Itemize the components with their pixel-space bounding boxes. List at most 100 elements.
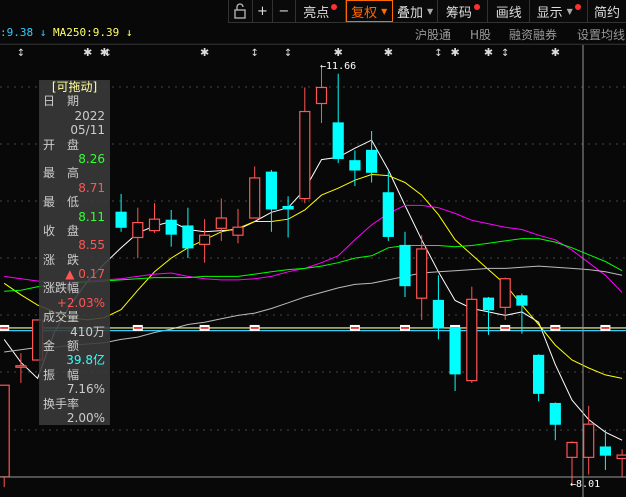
high-annotation: ←11.66	[320, 61, 357, 72]
event-star-icon[interactable]: ✱	[83, 46, 92, 59]
chart-toolbar: + − 亮点 复权 ▼ 叠加 ▼ 筹码 画线 显示 ▼ 简约	[228, 0, 626, 23]
change-value: ▲ 0.17	[65, 267, 105, 282]
pct-change-value: +2.03%	[56, 295, 105, 310]
candle-up	[132, 222, 144, 239]
zoom-in-icon: +	[256, 3, 268, 19]
amount-value: 39.8亿	[66, 353, 105, 368]
ma-legend: :9.38 ↓ MA250:9.39 ↓	[0, 26, 132, 39]
event-star-icon[interactable]: ✱	[384, 46, 393, 59]
adjust-rights-label: 复权	[351, 5, 378, 21]
close-value: 8.55	[78, 238, 105, 253]
notification-dot	[473, 4, 480, 10]
candle-up	[15, 365, 27, 368]
candle-down	[549, 402, 561, 425]
date-label: 日 期	[43, 94, 80, 109]
zoom-out-icon: −	[278, 3, 290, 19]
candle-down	[265, 171, 277, 210]
candle-down	[399, 244, 411, 287]
candle-down	[182, 225, 194, 249]
candle-down	[516, 295, 528, 306]
candle-up	[0, 384, 10, 478]
event-arrow-icon[interactable]: ↕	[501, 48, 509, 59]
candle-down	[282, 205, 294, 210]
candle-down	[165, 219, 177, 235]
chips-button[interactable]: 筹码	[438, 0, 489, 22]
high-label: 最 高	[43, 166, 80, 181]
event-star-icon[interactable]: ✱	[200, 46, 209, 59]
adjust-rights-dropdown[interactable]: 复权 ▼	[345, 0, 393, 22]
candle-up	[199, 234, 211, 245]
low-value: 8.11	[78, 209, 105, 224]
link-h-shares[interactable]: H股	[470, 26, 491, 43]
arrow-down-icon: ↓	[39, 26, 47, 39]
link-set-ma[interactable]: 设置均线	[577, 26, 625, 43]
event-arrow-icon[interactable]: ↕	[434, 48, 442, 59]
candle-down	[349, 160, 361, 171]
simple-mode-button[interactable]: 简约	[588, 0, 626, 22]
candle-down	[599, 446, 612, 456]
change-label: 涨 跌	[43, 252, 80, 267]
event-arrow-icon[interactable]: ↕	[251, 48, 259, 59]
event-star-icon[interactable]: ✱	[484, 46, 493, 59]
link-shanghai-hk-connect[interactable]: 沪股通	[415, 26, 451, 43]
amplitude-value: 7.16%	[66, 382, 105, 397]
arrow-down-icon: ↓	[125, 26, 133, 39]
link-margin-trading[interactable]: 融资融券	[509, 26, 557, 43]
ma-legend-row: :9.38 ↓ MA250:9.39 ↓ 沪股通 H股 融资融券 设置均线	[0, 23, 626, 45]
volume-label: 成交量	[43, 310, 80, 325]
event-arrow-icon[interactable]: ↕	[284, 48, 292, 59]
high-price-label: 11.66	[326, 61, 357, 72]
draw-line-button[interactable]: 画线	[488, 0, 531, 22]
turnover-value: 2.00%	[66, 410, 105, 425]
zoom-in-button[interactable]: +	[253, 0, 273, 22]
candle-up	[416, 248, 428, 299]
turnover-label: 换手率	[43, 396, 80, 411]
event-star-icon[interactable]: ✱	[450, 46, 459, 59]
candle-up	[616, 454, 626, 460]
candle-up	[466, 298, 478, 382]
candle-up	[499, 278, 511, 308]
high-value: 8.71	[78, 180, 105, 195]
caret-down-icon: ▼	[426, 6, 434, 16]
candle-up	[215, 217, 227, 229]
overlay-label: 叠加	[396, 5, 423, 21]
event-arrow-icon[interactable]: ↕	[104, 48, 112, 59]
ma250-value: MA250:9.39	[53, 26, 120, 39]
open-value: 8.26	[78, 151, 105, 166]
low-label: 最 低	[43, 195, 80, 210]
event-star-icon[interactable]: ✱	[551, 46, 560, 59]
candle-down	[432, 299, 444, 329]
candle-down	[449, 327, 461, 375]
volume-value: 410万	[70, 324, 105, 339]
candle-down	[366, 149, 378, 173]
highlights-label: 亮点	[303, 5, 330, 21]
candle-down	[332, 122, 344, 160]
lock-button[interactable]	[229, 0, 253, 22]
display-label: 显示	[536, 5, 563, 21]
year-value: 2022	[74, 108, 105, 123]
pct-change-label: 涨跌幅	[43, 281, 80, 296]
display-dropdown[interactable]: 显示 ▼	[530, 0, 589, 22]
candle-up	[566, 441, 578, 458]
highlights-button[interactable]: 亮点	[296, 0, 346, 22]
candle-up	[232, 226, 244, 236]
candle-down	[532, 354, 545, 394]
drag-handle[interactable]: [可拖动]	[39, 80, 110, 94]
candle-up	[583, 423, 595, 458]
draw-line-label: 画线	[495, 5, 522, 21]
candle-up	[148, 218, 161, 232]
simple-mode-label: 简约	[594, 5, 621, 21]
event-arrow-icon[interactable]: ↕	[17, 48, 25, 59]
amplitude-label: 振 幅	[43, 367, 80, 382]
caret-down-icon: ▼	[566, 6, 573, 16]
low-price-label: 8.01	[576, 479, 601, 490]
low-annotation: ←8.01	[570, 479, 601, 490]
close-label: 收 盘	[43, 223, 80, 238]
event-star-icon[interactable]: ✱	[334, 46, 343, 59]
candle-down	[482, 297, 495, 311]
info-panel[interactable]: [可拖动] 日 期 2022 05/11 开 盘 8.26 最 高 8.71 最…	[39, 80, 110, 425]
caret-down-icon: ▼	[381, 6, 388, 16]
candle-up	[315, 86, 328, 105]
overlay-dropdown[interactable]: 叠加 ▼	[393, 0, 439, 22]
zoom-out-button[interactable]: −	[273, 0, 296, 22]
